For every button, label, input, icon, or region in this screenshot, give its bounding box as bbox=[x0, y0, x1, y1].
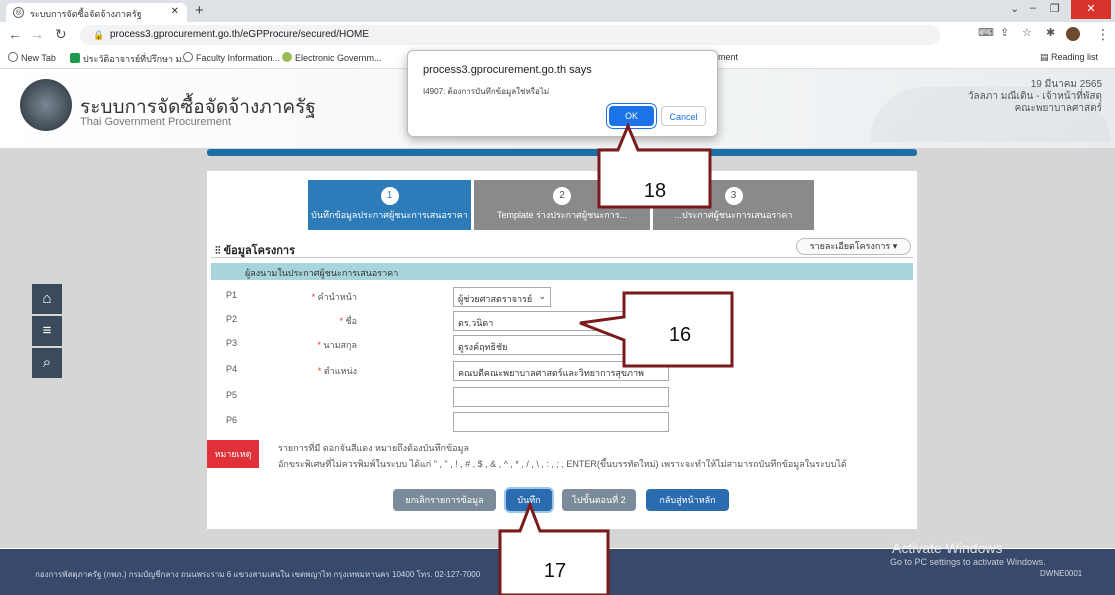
government-logo[interactable] bbox=[20, 79, 72, 131]
step-number: 1 bbox=[380, 187, 399, 205]
dialog-ok-button[interactable]: OK bbox=[609, 106, 654, 126]
note-text: รายการที่มี ดอกจันสีแดง หมายถึงต้องบันทึ… bbox=[278, 440, 847, 472]
confirm-dialog: process3.gprocurement.go.th says I4907: … bbox=[407, 50, 718, 137]
project-icon: ⫶⫶ bbox=[215, 245, 224, 257]
menu-icon[interactable]: ⋮ bbox=[1096, 26, 1110, 43]
bookmark-icon bbox=[282, 52, 292, 62]
field-label: * ชื่อ bbox=[339, 316, 357, 326]
footer-text: กองการพัสดุภาครัฐ (กพภ.) กรมบัญชีกลาง ถน… bbox=[35, 570, 481, 579]
star-icon[interactable]: ☆ bbox=[1022, 26, 1032, 39]
reload-icon[interactable]: ↻ bbox=[55, 26, 67, 43]
globe-icon bbox=[183, 52, 193, 62]
menu-icon[interactable]: ≡ bbox=[32, 316, 62, 346]
first-name-input[interactable]: ดร.วนิดา bbox=[453, 311, 669, 331]
step-label: บันทึกข้อมูลประกาศผู้ชนะการเสนอราคา bbox=[311, 210, 468, 220]
search-icon[interactable]: ⌕ bbox=[32, 348, 62, 378]
prefix-select[interactable]: ผู้ช่วยศาสตราจารย์ ⌄ bbox=[453, 287, 551, 307]
field-label: * ตำแหน่ง bbox=[317, 366, 357, 376]
extensions-icon[interactable]: ✱ bbox=[1046, 26, 1055, 39]
step-1[interactable]: 1 บันทึกข้อมูลประกาศผู้ชนะการเสนอราคา bbox=[308, 180, 471, 230]
next-step-button[interactable]: ไปขั้นตอนที่ 2 bbox=[562, 489, 636, 511]
callout-17-label: 17 bbox=[543, 560, 567, 582]
step-number: 2 bbox=[553, 187, 571, 205]
p6-input[interactable] bbox=[453, 412, 669, 432]
row-code: P6 bbox=[226, 415, 238, 425]
step-number: 3 bbox=[724, 187, 743, 205]
bookmark-icon bbox=[70, 53, 80, 63]
position-input[interactable]: คณบดีคณะพยาบาลศาสตร์และวิทยาการสุขภาพ bbox=[453, 361, 669, 381]
user-info: 19 มีนาคม 2565 วัลลภา มณีเดิน - เจ้าหน้า… bbox=[940, 79, 1102, 115]
callout-18-label: 18 bbox=[643, 180, 667, 202]
url-text: process3.gprocurement.go.th/eGPProcure/s… bbox=[110, 29, 370, 40]
user-org: คณะพยาบาลศาสตร์ bbox=[1014, 103, 1102, 114]
forward-icon[interactable]: → bbox=[30, 26, 44, 42]
progress-bar bbox=[207, 149, 917, 156]
reading-list-button[interactable]: ▤ Reading list bbox=[1040, 52, 1098, 63]
activate-windows-title: Activate Windows bbox=[892, 540, 1003, 556]
maximize-button[interactable]: ❐ bbox=[1050, 2, 1060, 15]
reading-list-icon: ▤ bbox=[1040, 52, 1052, 62]
chevron-down-icon: ⌄ bbox=[538, 291, 546, 301]
globe-icon: ◎ bbox=[13, 7, 24, 18]
back-icon[interactable]: ← bbox=[8, 26, 22, 42]
note-badge: หมายเหตุ bbox=[207, 440, 259, 468]
section-title: ข้อมูลโครงการ bbox=[223, 245, 295, 257]
tab-title: ระบบการจัดซื้อจัดจ้างภาครัฐ bbox=[30, 9, 142, 19]
step-label: ...ประกาศผู้ชนะการเสนอราคา bbox=[674, 210, 793, 220]
url-field[interactable]: 🔒 process3.gprocurement.go.th/eGPProcure… bbox=[80, 25, 940, 45]
tab-strip: ◎ ระบบการจัดซื้อจัดจ้างภาครัฐ ✕ + ⌄ – ❐ … bbox=[0, 0, 1115, 22]
minimize-button[interactable]: – bbox=[1030, 2, 1036, 14]
row-code: P3 bbox=[226, 338, 238, 348]
step-label: Template ร่างประกาศผู้ชนะการ... bbox=[496, 210, 628, 220]
row-code: P2 bbox=[226, 314, 238, 324]
activate-windows-hint: Go to PC settings to activate Windows. bbox=[890, 557, 1046, 567]
address-bar-row: ← → ↻ 🔒 process3.gprocurement.go.th/eGPP… bbox=[0, 22, 1115, 48]
project-details-dropdown[interactable]: รายละเอียดโครงการ ▾ bbox=[796, 238, 911, 255]
cancel-entry-button[interactable]: ยกเลิกรายการข้อมูล bbox=[393, 489, 496, 511]
home-button[interactable]: กลับสู่หน้าหลัก bbox=[646, 489, 729, 511]
row-p6: P6 bbox=[211, 411, 913, 432]
save-button[interactable]: บันทึก bbox=[506, 489, 552, 511]
close-tab-icon[interactable]: ✕ bbox=[171, 6, 179, 17]
row-p2: P2 * ชื่อ ดร.วนิดา bbox=[211, 310, 913, 331]
row-code: P4 bbox=[226, 364, 238, 374]
close-window-button[interactable]: ✕ bbox=[1071, 0, 1111, 19]
p5-input[interactable] bbox=[453, 387, 669, 407]
lock-icon: 🔒 bbox=[93, 30, 105, 40]
dialog-title: process3.gprocurement.go.th says bbox=[423, 64, 592, 76]
dialog-message: I4907: ต้องการบันทึกข้อมูลใช่หรือไม่ bbox=[423, 87, 550, 96]
browser-tab[interactable]: ◎ ระบบการจัดซื้อจัดจ้างภาครัฐ ✕ bbox=[6, 3, 187, 22]
row-p4: P4 * ตำแหน่ง คณบดีคณะพยาบาลศาสตร์และวิทย… bbox=[211, 360, 913, 381]
field-label: * นามสกุล bbox=[317, 340, 357, 350]
bookmark-advisor[interactable]: ประวัติอาจารย์ที่ปรึกษา ม... bbox=[70, 52, 189, 66]
current-date: 19 มีนาคม 2565 bbox=[1030, 79, 1102, 90]
share-icon[interactable]: ⇪ bbox=[1000, 26, 1009, 39]
row-code: P1 bbox=[226, 290, 238, 300]
home-icon[interactable]: ⌂ bbox=[32, 284, 62, 314]
signer-subheader: ผู้ลงนามในประกาศผู้ชนะการเสนอราคา bbox=[211, 263, 913, 280]
last-name-input[interactable]: ดูรงค์ฤทธิชัย bbox=[453, 335, 669, 355]
row-code: P5 bbox=[226, 390, 238, 400]
user-name: วัลลภา มณีเดิน - เจ้าหน้าที่พัสดุ bbox=[967, 91, 1102, 102]
site-subtitle: Thai Government Procurement bbox=[80, 116, 232, 128]
callout-16-label: 16 bbox=[668, 324, 692, 346]
bookmark-faculty[interactable]: Faculty Information... bbox=[183, 52, 280, 63]
row-p3: P3 * นามสกุล ดูรงค์ฤทธิชัย bbox=[211, 334, 913, 355]
bookmark-egov[interactable]: Electronic Governm... bbox=[282, 52, 382, 63]
chevron-down-icon[interactable]: ⌄ bbox=[1010, 2, 1019, 15]
globe-icon bbox=[8, 52, 18, 62]
note-line-2: อักขระพิเศษที่ไม่ควรพิมพ์ในระบบ ได้แก่ "… bbox=[278, 459, 847, 469]
footer-code: DWNE0001 bbox=[1040, 569, 1083, 578]
profile-avatar[interactable] bbox=[1066, 27, 1080, 41]
note-line-1: รายการที่มี ดอกจันสีแดง หมายถึงต้องบันทึ… bbox=[278, 443, 469, 453]
new-tab-button[interactable]: + bbox=[195, 2, 204, 19]
bookmark-partial[interactable]: ment bbox=[718, 52, 738, 62]
row-p5: P5 bbox=[211, 386, 913, 407]
row-p1: P1 * คำนำหน้า ผู้ช่วยศาสตราจารย์ ⌄ bbox=[211, 286, 913, 307]
field-label: * คำนำหน้า bbox=[311, 292, 357, 302]
step-2[interactable]: 2 Template ร่างประกาศผู้ชนะการ... bbox=[474, 180, 650, 230]
dialog-cancel-button[interactable]: Cancel bbox=[661, 106, 706, 126]
translate-icon[interactable]: ⌨ bbox=[978, 26, 994, 39]
bookmark-new-tab[interactable]: New Tab bbox=[8, 52, 56, 63]
